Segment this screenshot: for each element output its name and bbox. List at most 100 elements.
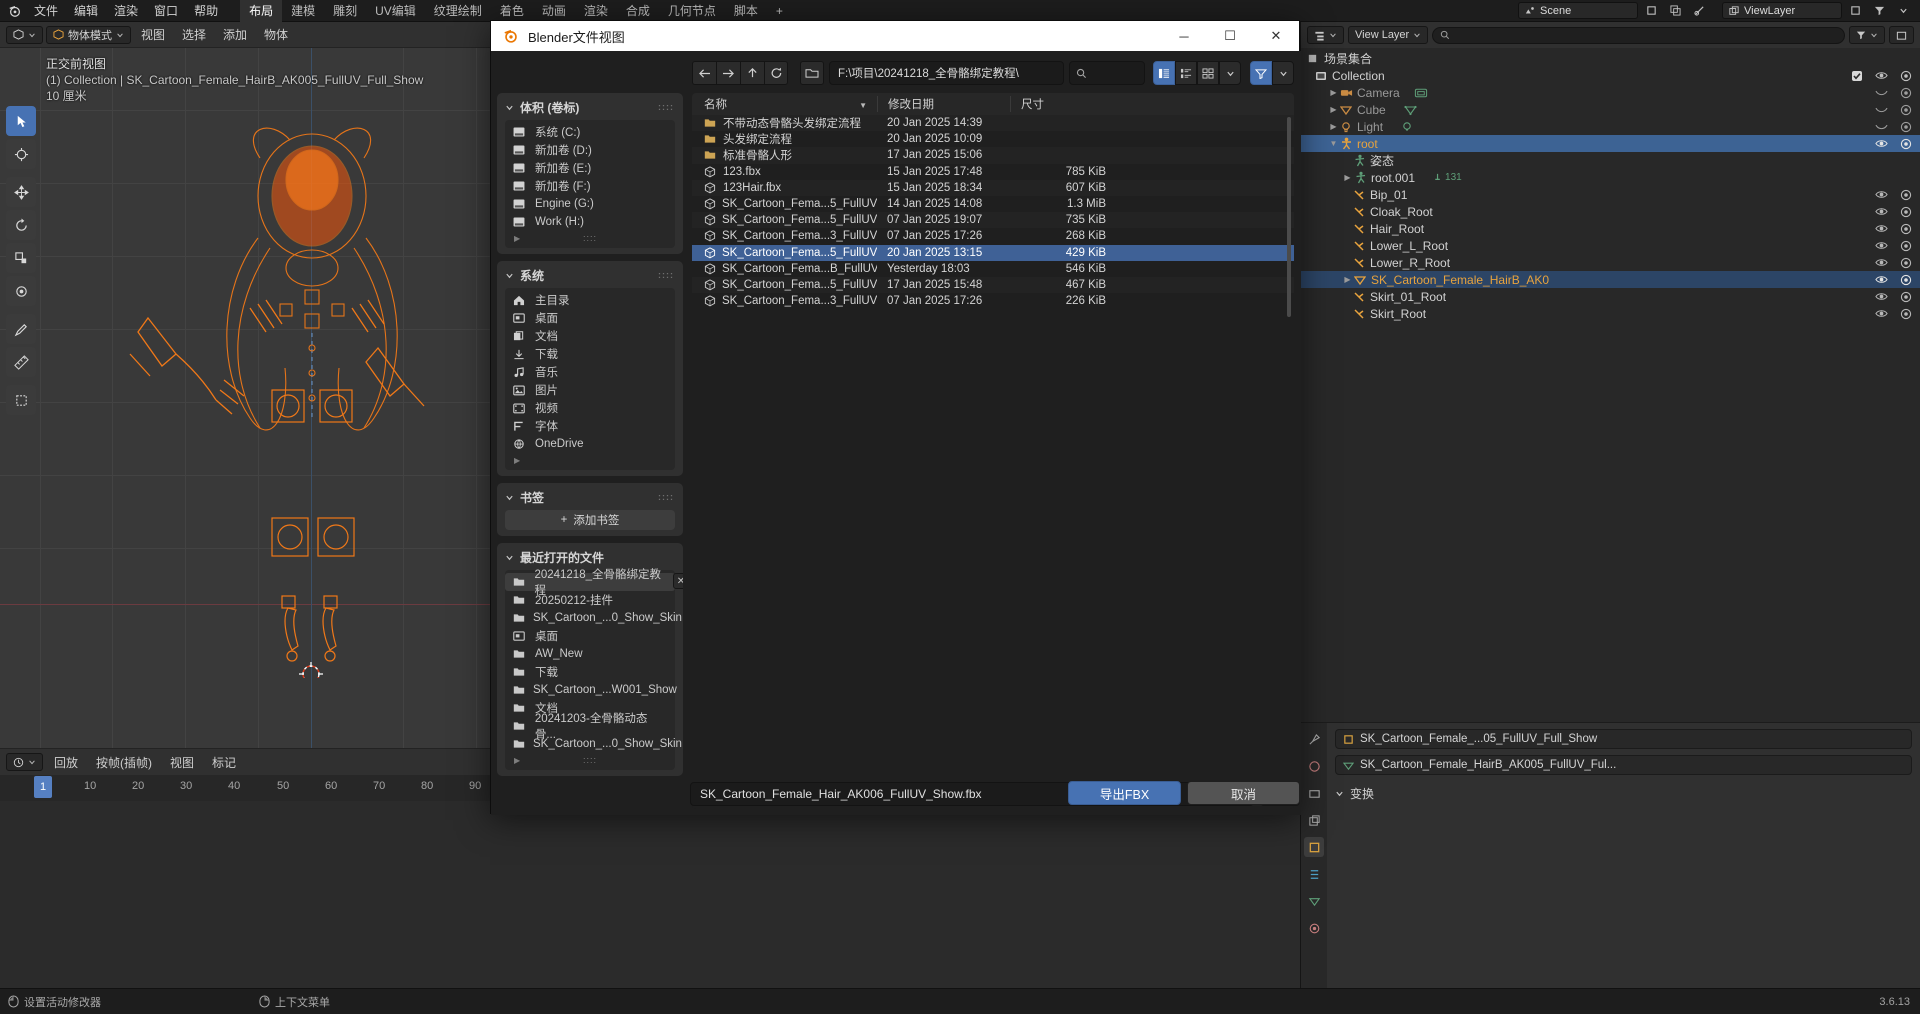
checkbox-icon[interactable]: [1851, 70, 1863, 82]
system-item-onedrive[interactable]: OneDrive: [505, 435, 675, 453]
system-item-downloads[interactable]: 下载: [505, 345, 675, 363]
tab-material[interactable]: [1304, 918, 1324, 938]
forward-button[interactable]: [716, 61, 740, 85]
menu-file[interactable]: 文件: [26, 1, 66, 21]
file-row[interactable]: SK_Cartoon_Fema...3_FullUV_Show.fbx 07 J…: [692, 228, 1294, 244]
outliner-row-bone[interactable]: Hair_Root: [1301, 220, 1920, 237]
camera-render-icon[interactable]: [1900, 223, 1912, 235]
view-thumbnails-button[interactable]: [1197, 61, 1219, 85]
volume-item[interactable]: 新加卷 (F:): [505, 177, 675, 195]
properties-object-row[interactable]: SK_Cartoon_Female_...05_FullUV_Full_Show: [1335, 729, 1912, 749]
outliner-row-collection[interactable]: Collection: [1301, 67, 1920, 84]
export-fbx-button[interactable]: 导出FBX: [1068, 781, 1181, 805]
tab-object[interactable]: [1304, 837, 1324, 857]
file-row[interactable]: SK_Cartoon_Fema...5_FullUV_Show.fbx 07 J…: [692, 212, 1294, 229]
panel-grip-icon[interactable]: ::::: [658, 270, 674, 280]
outliner-new-collection-button[interactable]: [1889, 26, 1914, 44]
outliner-row-light[interactable]: ▶ Light: [1301, 118, 1920, 135]
timeline-body[interactable]: [0, 801, 1300, 989]
recent-item[interactable]: 下载: [505, 663, 675, 681]
menu-window[interactable]: 窗口: [146, 1, 186, 21]
parent-directory-button[interactable]: [740, 61, 764, 85]
camera-render-icon[interactable]: [1900, 189, 1912, 201]
recent-more-handle[interactable]: ▶::::: [505, 753, 675, 767]
system-item-home[interactable]: 主目录: [505, 291, 675, 309]
cancel-button[interactable]: 取消: [1187, 781, 1300, 805]
outliner-row-bone[interactable]: Bip_01: [1301, 186, 1920, 203]
outliner-scene-collection[interactable]: 场景集合: [1301, 50, 1920, 67]
panel-bookmarks-header[interactable]: 书签 ::::: [497, 487, 683, 507]
recent-item[interactable]: 桌面: [505, 627, 675, 645]
tab-render[interactable]: [1304, 756, 1324, 776]
view-list-horizontal-button[interactable]: [1175, 61, 1197, 85]
eye-icon[interactable]: [1875, 70, 1888, 81]
menu-help[interactable]: 帮助: [186, 1, 226, 21]
file-list-scrollbar[interactable]: [1287, 117, 1291, 317]
hidden-eye-icon[interactable]: [1875, 123, 1888, 131]
expand-arrow-icon[interactable]: ▶: [1327, 88, 1340, 97]
file-row-selected[interactable]: SK_Cartoon_Fema...5_FullUV_Show.fbx 20 J…: [692, 244, 1294, 261]
camera-render-icon[interactable]: [1900, 138, 1912, 150]
file-row[interactable]: 头发绑定流程 20 Jan 2025 10:09: [692, 131, 1294, 147]
workspace-tab-animation[interactable]: 动画: [533, 0, 575, 22]
new-folder-button[interactable]: [800, 61, 824, 85]
blender-logo-icon[interactable]: [4, 1, 26, 21]
sort-descending-icon[interactable]: ▼: [859, 101, 867, 110]
file-row[interactable]: SK_Cartoon_Fema...3_FullUV_Show.fbx 07 J…: [692, 293, 1294, 309]
eye-icon[interactable]: [1875, 138, 1888, 149]
camera-render-icon[interactable]: [1900, 291, 1912, 303]
outliner-row-camera[interactable]: ▶ Camera: [1301, 84, 1920, 101]
menu-edit[interactable]: 编辑: [66, 1, 106, 21]
outliner-row-root[interactable]: ▼ root: [1301, 135, 1920, 152]
file-list[interactable]: 名称 ▼ 修改日期 尺寸 不带动态骨骼头发绑定流程 20 Jan 2025 14…: [692, 93, 1294, 809]
system-item-music[interactable]: 音乐: [505, 363, 675, 381]
file-row[interactable]: SK_Cartoon_Fema...5_FullUV_Show.fbx 17 J…: [692, 276, 1294, 294]
volume-item[interactable]: 新加卷 (D:): [505, 141, 675, 159]
viewport-menu-object[interactable]: 物体: [257, 26, 295, 43]
filter-viewlayer-icon[interactable]: [1868, 1, 1890, 21]
expand-arrow-icon[interactable]: ▶: [1327, 122, 1340, 131]
volume-item[interactable]: Work (H:): [505, 213, 675, 231]
tool-transform[interactable]: [6, 276, 36, 306]
outliner-row-bone[interactable]: Lower_R_Root: [1301, 254, 1920, 271]
camera-render-icon[interactable]: [1900, 308, 1912, 320]
outliner-row-bone[interactable]: Lower_L_Root: [1301, 237, 1920, 254]
tool-measure[interactable]: [6, 347, 36, 377]
workspace-tab-shading[interactable]: 着色: [491, 0, 533, 22]
camera-render-icon[interactable]: [1900, 274, 1912, 286]
eye-icon[interactable]: [1875, 223, 1888, 234]
workspace-tab-uvediting[interactable]: UV编辑: [366, 0, 425, 22]
workspace-tab-geometrynodes[interactable]: 几何节点: [659, 0, 725, 22]
tab-output[interactable]: [1304, 783, 1324, 803]
filter-options-chevron-icon[interactable]: [1272, 61, 1294, 85]
recent-item[interactable]: AW_New: [505, 645, 675, 663]
properties-data-row[interactable]: SK_Cartoon_Female_HairB_AK005_FullUV_Ful…: [1335, 755, 1912, 775]
system-item-videos[interactable]: 视频: [505, 399, 675, 417]
system-item-desktop[interactable]: 桌面: [505, 309, 675, 327]
display-options-chevron-icon[interactable]: [1219, 61, 1241, 85]
file-row[interactable]: 123Hair.fbx 15 Jan 2025 18:34 607 KiB: [692, 179, 1294, 196]
viewport-menu-view[interactable]: 视图: [134, 26, 172, 43]
recent-item[interactable]: SK_Cartoon_...W001_Show: [505, 681, 677, 699]
column-header-name[interactable]: 名称 ▼: [692, 96, 877, 112]
volume-item[interactable]: 新加卷 (E:): [505, 159, 675, 177]
workspace-tab-modeling[interactable]: 建模: [282, 0, 324, 22]
tab-data[interactable]: [1304, 891, 1324, 911]
system-item-documents[interactable]: 文档: [505, 327, 675, 345]
add-bookmark-button[interactable]: + 添加书签: [505, 510, 675, 530]
eye-icon[interactable]: [1875, 257, 1888, 268]
file-search-input[interactable]: [1069, 61, 1145, 85]
collapse-arrow-icon[interactable]: ▼: [1327, 139, 1340, 148]
eye-icon[interactable]: [1875, 291, 1888, 302]
menu-render[interactable]: 渲染: [106, 1, 146, 21]
eye-icon[interactable]: [1875, 274, 1888, 285]
camera-render-icon[interactable]: [1900, 104, 1912, 116]
viewport-menu-select[interactable]: 选择: [175, 26, 213, 43]
tool-move[interactable]: [6, 177, 36, 207]
close-button[interactable]: ✕: [1253, 21, 1299, 51]
outliner-row-bone[interactable]: Skirt_01_Root: [1301, 288, 1920, 305]
clear-recent-button[interactable]: ✕: [673, 573, 683, 589]
panel-grip-icon[interactable]: ::::: [658, 492, 674, 502]
eye-icon[interactable]: [1875, 308, 1888, 319]
tool-select-box[interactable]: [6, 106, 36, 136]
